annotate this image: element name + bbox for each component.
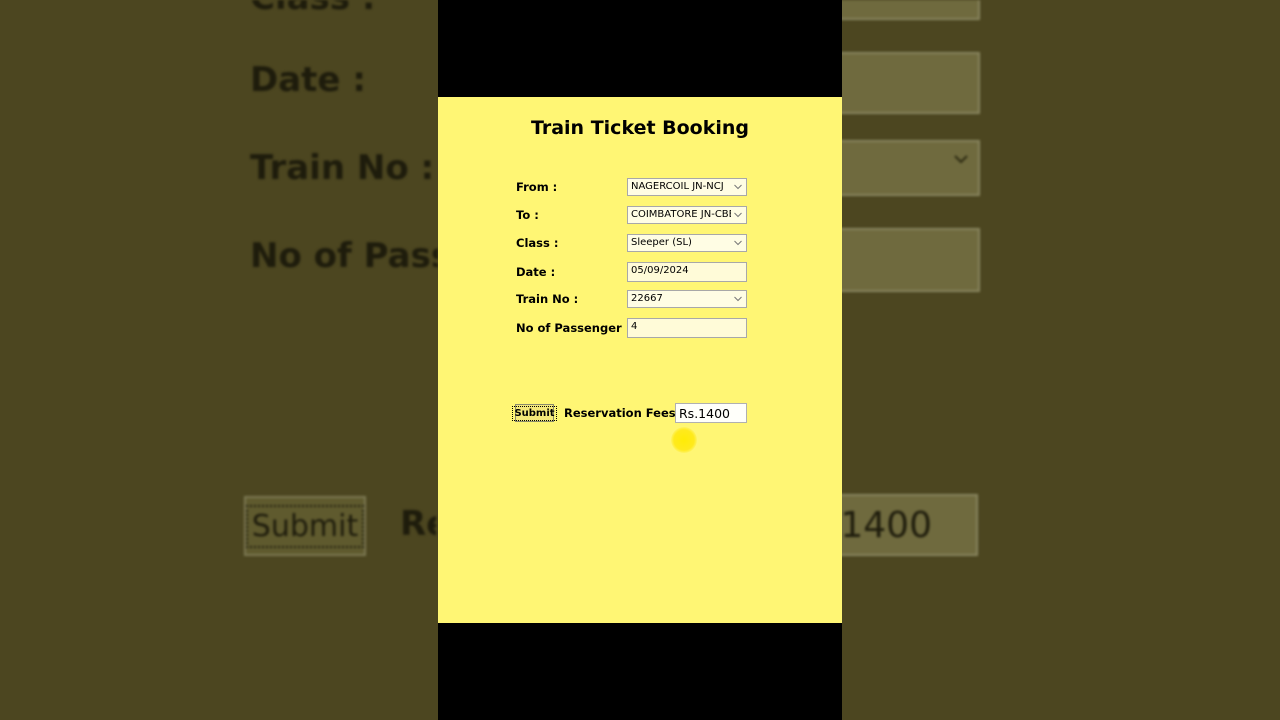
submit-button[interactable]: Submit	[512, 404, 557, 422]
bg-fee-label: Re	[400, 504, 436, 544]
class-select[interactable]: Sleeper (SL)	[627, 234, 747, 252]
date-input[interactable]: 05/09/2024	[627, 262, 747, 282]
from-select[interactable]: NAGERCOIL JN-NCJ	[627, 178, 747, 196]
from-label: From :	[516, 180, 558, 194]
train-no-select[interactable]: 22667	[627, 290, 747, 308]
bg-date-label: Date :	[250, 60, 366, 100]
bg-chevron-down-icon	[954, 155, 968, 164]
reservation-fee-value: Rs.1400	[675, 403, 747, 423]
page-title: Train Ticket Booking	[530, 117, 750, 139]
class-label: Class :	[516, 236, 559, 250]
booking-form-panel: Train Ticket Booking From : NAGERCOIL JN…	[438, 97, 842, 623]
chevron-down-icon	[734, 184, 742, 190]
chevron-down-icon	[734, 296, 742, 302]
reservation-fee-label: Reservation Fees :	[564, 406, 685, 420]
passenger-input[interactable]: 4	[627, 318, 747, 338]
bg-passenger-label: No of Pass	[250, 236, 438, 276]
bg-submit-button: Submit	[244, 496, 366, 556]
phone-frame: Train Ticket Booking From : NAGERCOIL JN…	[438, 0, 842, 720]
cursor-highlight	[671, 427, 697, 453]
bg-train-box	[838, 140, 980, 196]
to-select[interactable]: COIMBATORE JN-CBE	[627, 206, 747, 224]
train-no-label: Train No :	[516, 292, 579, 306]
bg-date-box	[838, 52, 980, 114]
bg-fee-value: 1400	[838, 494, 978, 556]
bg-class-label: Class :	[250, 0, 375, 18]
date-label: Date :	[516, 265, 556, 279]
chevron-down-icon	[734, 240, 742, 246]
bg-passenger-box	[838, 228, 980, 292]
to-label: To :	[516, 208, 539, 222]
bg-class-box	[838, 0, 980, 20]
bg-train-label: Train No :	[250, 148, 435, 188]
chevron-down-icon	[734, 212, 742, 218]
passenger-label: No of Passenger :	[516, 321, 631, 335]
